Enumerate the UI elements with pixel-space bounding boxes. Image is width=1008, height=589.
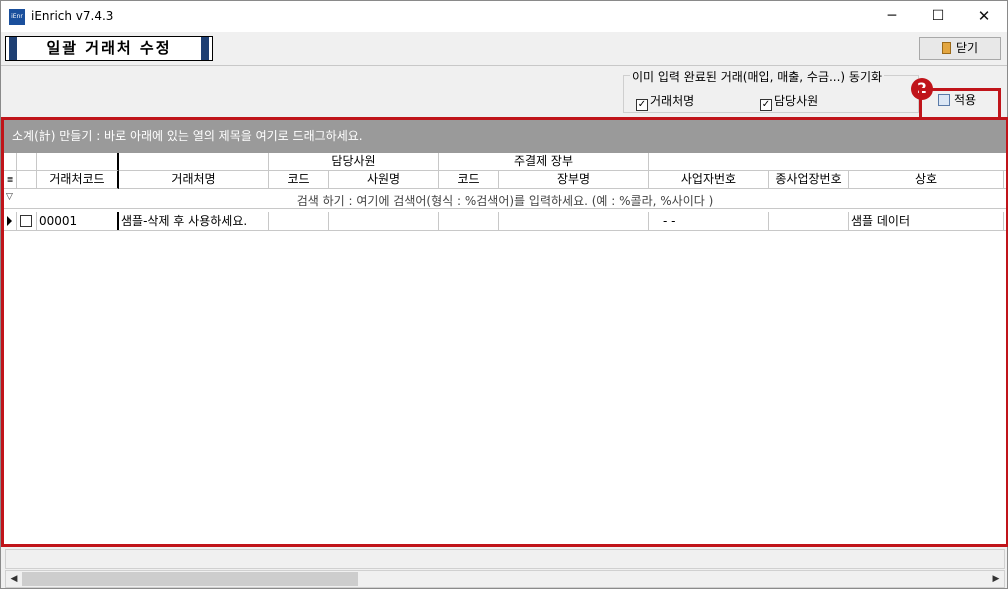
scroll-thumb[interactable] — [22, 572, 358, 586]
checkbox-checked-icon: ✓ — [760, 99, 772, 111]
checkbox-label: 담당사원 — [774, 94, 819, 108]
cell-company-name[interactable]: 샘플 데이터 — [849, 212, 1004, 230]
grid-footer — [5, 549, 1005, 569]
header-blank — [649, 153, 1006, 171]
column-chooser-icon[interactable]: ≣ — [4, 171, 17, 189]
cell-client-code[interactable]: 00001 — [37, 212, 119, 230]
close-button-label: 닫기 — [955, 41, 979, 55]
column-ledger-name[interactable]: 장부명 — [499, 171, 649, 189]
cell-ledger-code[interactable] — [439, 212, 499, 230]
data-grid: 소계(計) 만들기 : 바로 아래에 있는 열의 제목을 여기로 드래그하세요.… — [1, 117, 1008, 547]
window-title: iEnrich v7.4.3 — [31, 9, 114, 23]
maximize-button[interactable]: ☐ — [915, 1, 961, 32]
cell-business-number[interactable]: - - — [649, 212, 769, 230]
column-overflow — [1004, 171, 1006, 189]
column-staff-name[interactable]: 사원명 — [329, 171, 439, 189]
column-business-number[interactable]: 사업자번호 — [649, 171, 769, 189]
header-blank — [17, 153, 37, 171]
header-blank — [37, 153, 119, 171]
cell-client-name[interactable]: 샘플-삭제 후 사용하세요. — [119, 212, 269, 230]
table-row[interactable]: 00001 샘플-삭제 후 사용하세요. - - 샘플 데이터 — [4, 212, 1006, 231]
cell-staff-name[interactable] — [329, 212, 439, 230]
group-header-ledger: 주결제 장부 — [439, 153, 649, 171]
select-all-column[interactable] — [17, 171, 37, 189]
column-ledger-code[interactable]: 코드 — [439, 171, 499, 189]
column-client-name[interactable]: 거래처명 — [119, 171, 269, 189]
sync-staff-checkbox[interactable]: ✓ 담당사원 — [760, 92, 818, 111]
row-checkbox-cell[interactable] — [17, 212, 37, 230]
cell-branch-number[interactable] — [769, 212, 849, 230]
checkbox-label: 거래처명 — [650, 94, 695, 108]
column-company-name[interactable]: 상호 — [849, 171, 1004, 189]
scroll-right-icon[interactable]: ▶ — [988, 571, 1004, 587]
header-corner — [4, 153, 17, 171]
options-panel: 이미 입력 완료된 거래(매입, 매출, 수금...) 동기화 ✓ 거래처명 ✓ 담… — [1, 67, 1007, 117]
title-bar: iEnr iEnrich v7.4.3 ─ ☐ ✕ — [1, 1, 1007, 32]
close-button[interactable]: 닫기 — [919, 37, 1001, 60]
checkbox-checked-icon: ✓ — [636, 99, 648, 111]
sync-group: 이미 입력 완료된 거래(매입, 매출, 수금...) 동기화 ✓ 거래처명 ✓ 담… — [623, 68, 919, 113]
sync-legend: 이미 입력 완료된 거래(매입, 매출, 수금...) 동기화 — [630, 68, 885, 85]
title-left-bar — [9, 37, 17, 60]
column-branch-number[interactable]: 종사업장번호 — [769, 171, 849, 189]
scroll-left-icon[interactable]: ◀ — [6, 571, 22, 587]
window-close-button[interactable]: ✕ — [961, 1, 1007, 32]
search-filter-hint: 검색 하기 : 여기에 검색어(형식 : %검색어)를 입력하세요. (예 : … — [296, 194, 714, 208]
horizontal-scrollbar[interactable]: ◀ ▶ — [5, 570, 1005, 588]
page-title: 일괄 거래처 수정 — [5, 36, 213, 61]
group-header-staff: 담당사원 — [269, 153, 439, 171]
search-filter-row[interactable]: ▽ 검색 하기 : 여기에 검색어(형식 : %검색어)를 입력하세요. (예 … — [4, 189, 1006, 209]
app-icon: iEnr — [9, 9, 25, 25]
book-icon — [941, 42, 951, 54]
row-indicator-cell — [4, 212, 17, 230]
sync-client-name-checkbox[interactable]: ✓ 거래처명 — [636, 92, 694, 111]
row-pointer-icon — [7, 216, 12, 226]
screen-header: 일괄 거래처 수정 닫기 — [1, 32, 1007, 66]
cell-staff-code[interactable] — [269, 212, 329, 230]
page-title-text: 일괄 거래처 수정 — [46, 39, 172, 57]
minimize-button[interactable]: ─ — [869, 1, 915, 32]
app-window: iEnr iEnrich v7.4.3 ─ ☐ ✕ 일괄 거래처 수정 닫기 이… — [0, 0, 1008, 589]
row-checkbox[interactable] — [20, 215, 32, 227]
title-right-bar — [201, 37, 209, 60]
header-blank — [119, 153, 269, 171]
apply-highlight-box — [919, 88, 1001, 120]
group-by-panel[interactable]: 소계(計) 만들기 : 바로 아래에 있는 열의 제목을 여기로 드래그하세요. — [4, 120, 1006, 153]
column-staff-code[interactable]: 코드 — [269, 171, 329, 189]
cell-ledger-name[interactable] — [499, 212, 649, 230]
column-client-code[interactable]: 거래처코드 — [37, 171, 119, 189]
grid-header: 담당사원 주결제 장부 ≣ 거래처코드 거래처명 코드 사원명 코드 장부명 사… — [4, 153, 1006, 189]
